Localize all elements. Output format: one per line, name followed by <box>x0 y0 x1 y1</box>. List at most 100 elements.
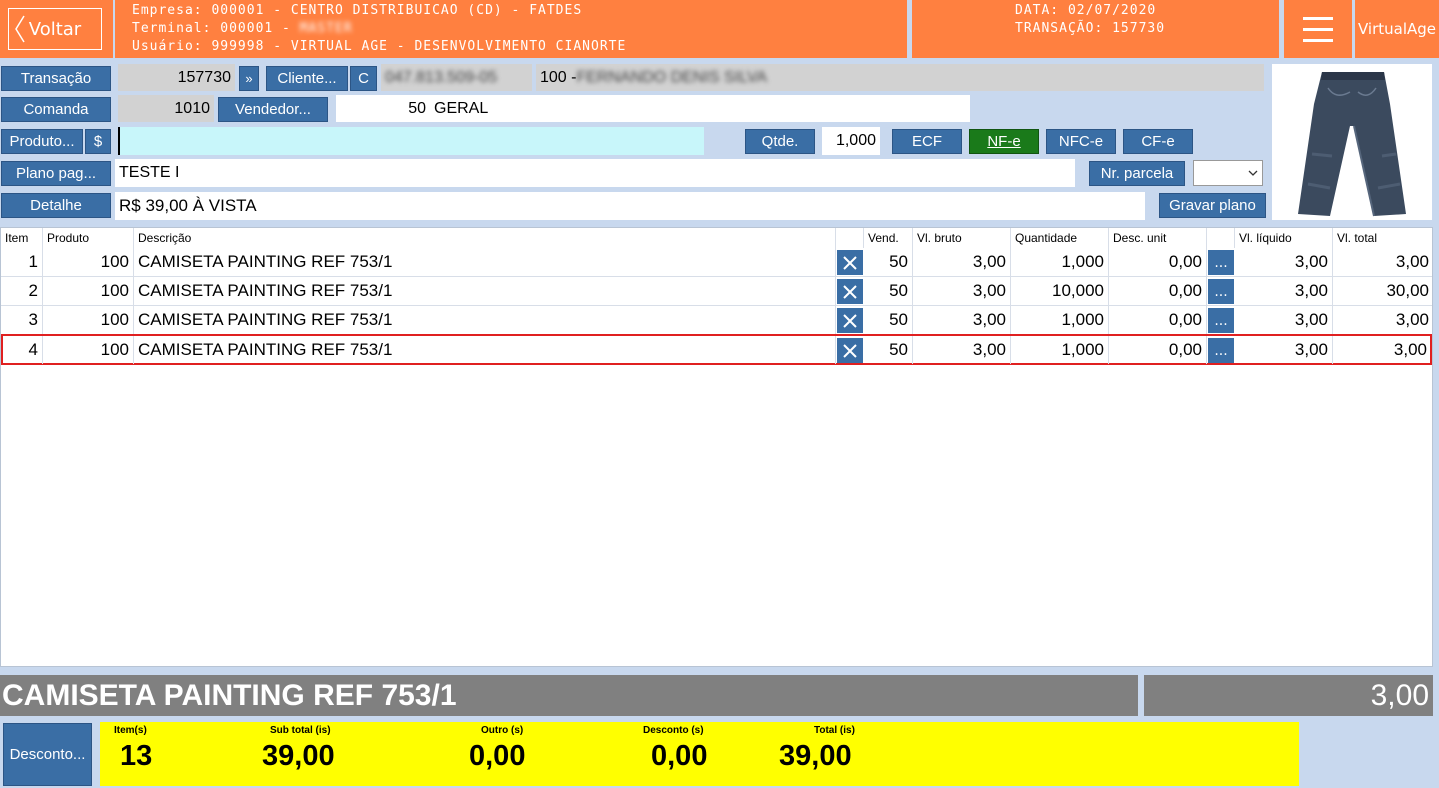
usuario-text: Usuário: 999998 - VIRTUAL AGE - DESENVOL… <box>132 39 627 54</box>
item-discount-button[interactable]: ... <box>1208 279 1234 304</box>
table-row[interactable]: 2 100 CAMISETA PAINTING REF 753/1 50 3,0… <box>1 277 1432 306</box>
col-dots <box>1207 228 1235 248</box>
terminal-text: Terminal: 000001 - MASTER <box>132 20 353 38</box>
detalhe-button[interactable]: Detalhe <box>1 193 111 218</box>
subtotal-value: 39,00 <box>262 740 335 772</box>
col-item: Item <box>1 228 43 248</box>
cliente-doc-field: 047.813.509-05 <box>381 64 532 91</box>
vendedor-code-field[interactable]: 50 <box>336 95 430 122</box>
plano-field[interactable]: TESTE I <box>115 159 1075 187</box>
nfce-button[interactable]: NFC-e <box>1046 129 1116 154</box>
virtualage-button[interactable]: VirtualAge <box>1355 0 1439 58</box>
cell-desc-unit: 0,00 <box>1109 248 1207 276</box>
itens-label: Item(s) <box>114 725 147 736</box>
transacao-field[interactable]: 157730 <box>118 64 235 91</box>
cell-quantidade: 1,000 <box>1011 336 1109 364</box>
transacao-next-button[interactable]: » <box>239 66 259 91</box>
product-image <box>1272 64 1432 220</box>
cfe-button[interactable]: CF-e <box>1123 129 1193 154</box>
cell-item: 4 <box>1 336 43 364</box>
desconto-button[interactable]: Desconto... <box>3 723 92 786</box>
outro-value: 0,00 <box>469 740 526 772</box>
cell-desc-unit: 0,00 <box>1109 306 1207 334</box>
chevron-down-icon <box>1248 170 1258 176</box>
col-produto: Produto <box>43 228 134 248</box>
cell-vl-liquido: 3,00 <box>1235 248 1333 276</box>
cell-desc-unit: 0,00 <box>1109 277 1207 305</box>
terminal-name: MASTER <box>299 21 353 36</box>
date-text: DATA: 02/07/2020 <box>1015 3 1157 18</box>
cliente-code: 100 - <box>540 68 577 86</box>
item-discount-button[interactable]: ... <box>1208 250 1234 275</box>
cell-vend: 50 <box>864 336 913 364</box>
nfe-button[interactable]: NF-e <box>969 129 1039 154</box>
remove-item-button[interactable] <box>837 279 863 304</box>
cell-vl-liquido: 3,00 <box>1235 277 1333 305</box>
hamburger-icon-line <box>1303 38 1333 42</box>
cliente-button[interactable]: Cliente... <box>266 66 348 91</box>
cell-produto: 100 <box>43 336 134 364</box>
produto-input[interactable] <box>118 127 704 155</box>
items-table: Item Produto Descrição Vend. Vl. bruto Q… <box>0 227 1433 667</box>
transacao-button[interactable]: Transação <box>1 66 111 91</box>
cell-item: 3 <box>1 306 43 334</box>
gravar-plano-button[interactable]: Gravar plano <box>1159 193 1266 218</box>
close-icon <box>843 284 857 299</box>
cell-vend: 50 <box>864 277 913 305</box>
item-discount-button[interactable]: ... <box>1208 338 1234 363</box>
cell-vl-bruto: 3,00 <box>913 248 1011 276</box>
cell-descricao: CAMISETA PAINTING REF 753/1 <box>134 277 836 305</box>
desconto-total-label: Desconto (s) <box>643 725 704 736</box>
desconto-total-value: 0,00 <box>651 740 708 772</box>
cell-desc-unit: 0,00 <box>1109 336 1207 364</box>
col-quantidade: Quantidade <box>1011 228 1109 248</box>
back-button-label: Voltar <box>28 18 82 40</box>
col-desc-unit: Desc. unit <box>1109 228 1207 248</box>
menu-button[interactable] <box>1284 0 1352 58</box>
close-icon <box>843 255 857 270</box>
cell-vl-total: 3,00 <box>1395 310 1429 329</box>
chevron-left-icon <box>15 15 25 43</box>
hamburger-icon-line <box>1303 27 1333 31</box>
current-item-price: 3,00 <box>1144 675 1433 716</box>
cell-vl-total: 3,00 <box>1395 252 1429 271</box>
detalhe-field: R$ 39,00 À VISTA <box>115 192 1145 220</box>
col-remove <box>836 228 864 248</box>
transaction-text: TRANSAÇÃO: 157730 <box>1015 21 1166 36</box>
remove-item-button[interactable] <box>837 250 863 275</box>
cell-vend: 50 <box>864 306 913 334</box>
col-vl-total: Vl. total <box>1337 231 1378 245</box>
col-vend: Vend. <box>864 228 913 248</box>
table-row[interactable]: 3 100 CAMISETA PAINTING REF 753/1 50 3,0… <box>1 306 1432 335</box>
cell-produto: 100 <box>43 277 134 305</box>
ecf-button[interactable]: ECF <box>892 129 962 154</box>
qtde-button[interactable]: Qtde. <box>745 129 815 154</box>
empresa-text: Empresa: 000001 - CENTRO DISTRIBUICAO (C… <box>132 3 583 18</box>
comanda-button[interactable]: Comanda <box>1 97 111 122</box>
cell-vl-bruto: 3,00 <box>913 277 1011 305</box>
parcela-select[interactable] <box>1193 160 1263 186</box>
comanda-field[interactable]: 1010 <box>118 95 214 122</box>
item-discount-button[interactable]: ... <box>1208 308 1234 333</box>
table-row-selected[interactable]: 4 100 CAMISETA PAINTING REF 753/1 50 3,0… <box>1 334 1432 365</box>
qtde-field[interactable]: 1,000 <box>822 127 880 155</box>
back-button[interactable]: Voltar <box>8 8 102 50</box>
remove-item-button[interactable] <box>837 338 863 363</box>
plano-pag-button[interactable]: Plano pag... <box>1 161 111 186</box>
cliente-c-button[interactable]: C <box>350 66 377 91</box>
nr-parcela-button[interactable]: Nr. parcela <box>1089 161 1185 186</box>
remove-item-button[interactable] <box>837 308 863 333</box>
vendedor-button[interactable]: Vendedor... <box>218 97 328 122</box>
col-vl-liquido: Vl. líquido <box>1235 228 1333 248</box>
cell-quantidade: 1,000 <box>1011 306 1109 334</box>
cell-vl-total: 3,00 <box>1393 340 1427 359</box>
vendedor-name-field: GERAL <box>430 95 970 122</box>
close-icon <box>843 343 857 358</box>
cliente-doc-value: 047.813.509-05 <box>385 68 498 86</box>
cell-produto: 100 <box>43 306 134 334</box>
price-lookup-button[interactable]: $ <box>85 129 111 154</box>
table-row[interactable]: 1 100 CAMISETA PAINTING REF 753/1 50 3,0… <box>1 248 1432 277</box>
cliente-name-field: 100 - FERNANDO DENIS SILVA <box>536 64 1264 91</box>
cell-item: 2 <box>1 277 43 305</box>
produto-button[interactable]: Produto... <box>1 129 83 154</box>
